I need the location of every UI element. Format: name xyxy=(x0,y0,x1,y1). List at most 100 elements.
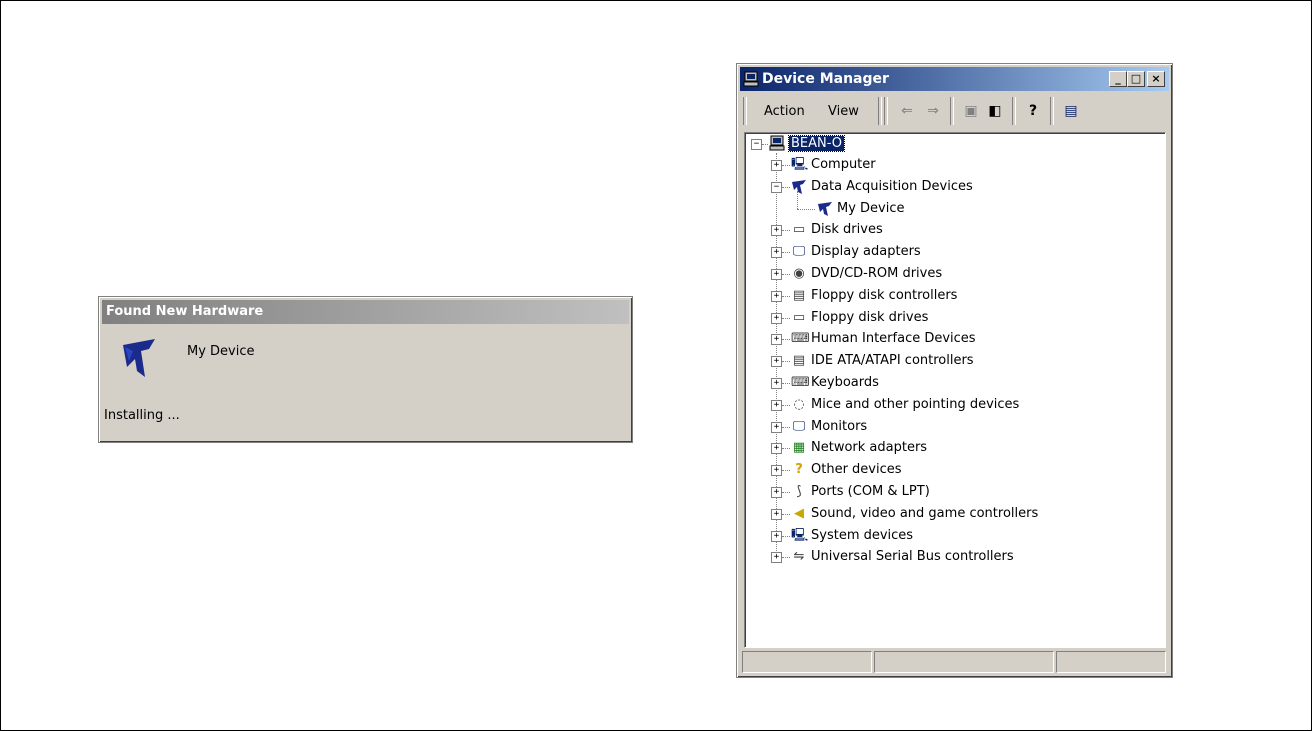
expand-toggle[interactable]: + xyxy=(771,487,782,498)
toolbar-separator xyxy=(1012,97,1016,125)
tree-item-label: Disk drives xyxy=(811,222,883,238)
tree-category-item[interactable]: Mice and other pointing devices xyxy=(811,395,1019,415)
expand-toggle[interactable]: + xyxy=(771,312,782,324)
device-manager-window: Device Manager _ □ × Action View ⇐ ⇒ ▣ ◧… xyxy=(736,63,1173,678)
menu-action[interactable]: Action xyxy=(764,104,805,119)
display-adapter-icon: 🖵 xyxy=(792,244,806,260)
menu-view[interactable]: View xyxy=(828,104,859,119)
tree-category-item[interactable]: DVD/CD-ROM drives xyxy=(811,264,942,284)
tree-category-item[interactable]: Computer xyxy=(811,155,876,175)
tree-line xyxy=(782,404,790,406)
tree-category-item[interactable]: Keyboards xyxy=(811,373,879,393)
toolbar-separator xyxy=(950,97,954,125)
expand-toggle[interactable]: + xyxy=(771,356,782,368)
collapse-toggle[interactable]: − xyxy=(751,139,762,150)
tree-line xyxy=(782,470,790,472)
tree-line xyxy=(782,513,790,515)
tree-item-label: Ports (COM & LPT) xyxy=(811,484,930,499)
tree-item-label: Mice and other pointing devices xyxy=(811,396,1020,412)
forward-icon[interactable]: ⇒ xyxy=(924,102,942,120)
show-hide-tree-icon[interactable]: ◧ xyxy=(986,102,1004,120)
system-device-icon: 🖳 xyxy=(791,527,809,543)
tree-category-item[interactable]: Network adapters xyxy=(811,438,927,458)
device-tree[interactable]: − BEAN-O + 🖳 Computer − Data Acquisition Dev… xyxy=(744,132,1166,648)
help-icon[interactable]: ? xyxy=(1024,102,1042,120)
ni-logo-icon xyxy=(123,339,155,377)
tree-category-item[interactable]: Monitors xyxy=(811,417,867,437)
expand-toggle[interactable]: + xyxy=(771,225,782,237)
expand-toggle[interactable]: + xyxy=(771,443,782,455)
tree-line xyxy=(782,426,790,428)
expand-toggle[interactable]: + xyxy=(771,421,782,433)
tree-item-label: Human Interface Devices xyxy=(811,331,976,347)
mouse-icon: ◌ xyxy=(793,396,805,412)
tree-item-label: IDE ATA/ATAPI controllers xyxy=(811,353,974,369)
menu-view-label: View xyxy=(828,104,859,119)
tree-line xyxy=(797,208,815,210)
close-icon: × xyxy=(1151,72,1161,85)
tree-category-item[interactable]: Floppy disk controllers xyxy=(811,286,957,306)
maximize-button[interactable]: □ xyxy=(1127,71,1145,87)
tree-line xyxy=(782,317,790,319)
tree-category-item[interactable]: Floppy disk drives xyxy=(811,308,928,328)
scan-hardware-icon[interactable]: ▤ xyxy=(1062,102,1080,120)
menu-action-label: Action xyxy=(764,104,805,119)
tree-category-item[interactable]: System devices xyxy=(811,526,913,546)
tree-line xyxy=(782,165,790,166)
hid-icon: ⌨ xyxy=(791,331,810,347)
tree-child-item[interactable]: My Device xyxy=(837,199,905,219)
computer-icon: 🖳 xyxy=(791,157,809,172)
tree-category-item[interactable]: Universal Serial Bus controllers xyxy=(811,547,1014,567)
ide-controller-icon: ▤ xyxy=(792,353,806,369)
tree-item-label: System devices xyxy=(811,527,914,543)
tree-line xyxy=(762,144,768,145)
device-manager-icon xyxy=(743,71,759,87)
expand-toggle[interactable]: + xyxy=(771,247,782,259)
popup-title: Found New Hardware xyxy=(102,300,629,324)
status-bar xyxy=(742,651,1167,673)
tree-line xyxy=(782,186,790,188)
tree-item-label: Floppy disk drives xyxy=(811,309,929,325)
computer-root-icon xyxy=(769,135,785,151)
tree-line xyxy=(782,383,790,384)
title-bar[interactable]: Device Manager _ □ × xyxy=(740,67,1169,91)
expand-toggle[interactable]: + xyxy=(771,334,782,346)
tree-item-label: Monitors xyxy=(811,418,868,434)
expand-toggle[interactable]: + xyxy=(771,399,782,411)
expand-toggle[interactable]: + xyxy=(771,269,782,280)
expand-toggle[interactable]: + xyxy=(771,552,782,564)
expand-toggle[interactable]: + xyxy=(771,378,782,389)
close-button[interactable]: × xyxy=(1147,71,1165,87)
back-icon[interactable]: ⇐ xyxy=(898,102,916,120)
status-cell xyxy=(1056,651,1166,673)
tree-category-item[interactable]: Sound, video and game controllers xyxy=(811,504,1038,524)
tree-category-item[interactable]: Data Acquisition Devices xyxy=(811,177,973,197)
maximize-icon: □ xyxy=(1130,72,1142,85)
tree-line xyxy=(782,361,790,363)
expand-toggle[interactable]: + xyxy=(771,465,782,477)
minimize-button[interactable]: _ xyxy=(1109,71,1127,87)
status-cell xyxy=(874,651,1054,673)
tree-line xyxy=(782,339,790,341)
tree-category-item[interactable]: IDE ATA/ATAPI controllers xyxy=(811,351,974,371)
toolbar-separator xyxy=(878,97,882,125)
tree-category-item[interactable]: Disk drives xyxy=(811,220,883,240)
expand-toggle[interactable]: + xyxy=(771,530,782,542)
tree-category-item[interactable]: Ports (COM & LPT) xyxy=(811,482,930,502)
tree-category-item[interactable]: Display adapters xyxy=(811,242,921,262)
collapse-toggle[interactable]: − xyxy=(771,181,782,193)
popup-device-name: My Device xyxy=(187,344,255,359)
expand-toggle[interactable]: + xyxy=(771,508,782,520)
tree-category-item[interactable]: Other devices xyxy=(811,460,902,480)
cdrom-icon: ◉ xyxy=(793,266,805,281)
tree-root-label: BEAN-O xyxy=(787,135,846,152)
toolbar-separator xyxy=(1050,97,1054,125)
tree-line xyxy=(782,448,790,450)
tree-category-item[interactable]: Human Interface Devices xyxy=(811,329,976,349)
up-folder-icon[interactable]: ▣ xyxy=(962,102,980,120)
tree-root[interactable]: BEAN-O xyxy=(787,134,846,154)
tree-line xyxy=(782,557,790,559)
question-icon: ? xyxy=(795,462,803,478)
expand-toggle[interactable]: + xyxy=(771,290,782,302)
expand-toggle[interactable]: + xyxy=(771,160,782,171)
